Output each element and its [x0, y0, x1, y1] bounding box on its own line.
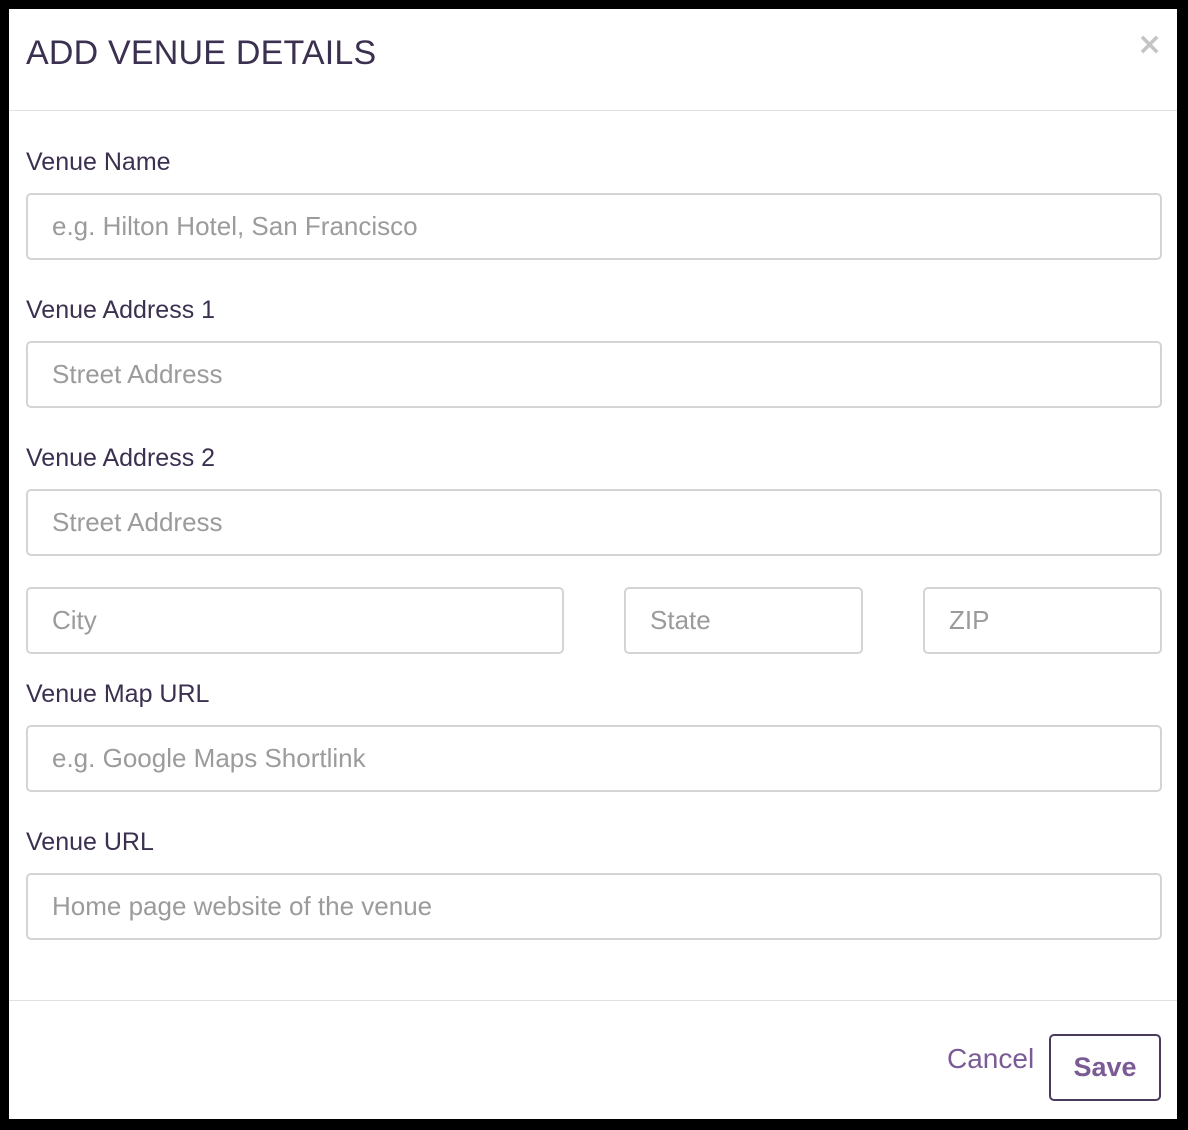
- add-venue-modal: ADD VENUE DETAILS × Venue Name Venue Add…: [9, 9, 1177, 1119]
- venue-map-url-label: Venue Map URL: [26, 680, 210, 708]
- modal-header: ADD VENUE DETAILS ×: [9, 9, 1177, 111]
- venue-address-2-label: Venue Address 2: [26, 444, 216, 472]
- cancel-button[interactable]: Cancel: [947, 1043, 1034, 1075]
- state-input[interactable]: [624, 587, 863, 654]
- city-input[interactable]: [26, 587, 564, 654]
- venue-address-1-input[interactable]: [26, 341, 1162, 408]
- close-icon[interactable]: ×: [1137, 30, 1162, 60]
- venue-name-input[interactable]: [26, 193, 1162, 260]
- venue-address-2-input[interactable]: [26, 489, 1162, 556]
- venue-map-url-input[interactable]: [26, 725, 1162, 792]
- venue-url-label: Venue URL: [26, 828, 154, 856]
- venue-url-input[interactable]: [26, 873, 1162, 940]
- modal-footer: Cancel Save: [9, 1000, 1177, 1119]
- modal-title: ADD VENUE DETAILS: [26, 34, 377, 72]
- venue-name-label: Venue Name: [26, 148, 171, 176]
- save-button[interactable]: Save: [1049, 1034, 1161, 1101]
- zip-input[interactable]: [923, 587, 1162, 654]
- venue-address-1-label: Venue Address 1: [26, 296, 216, 324]
